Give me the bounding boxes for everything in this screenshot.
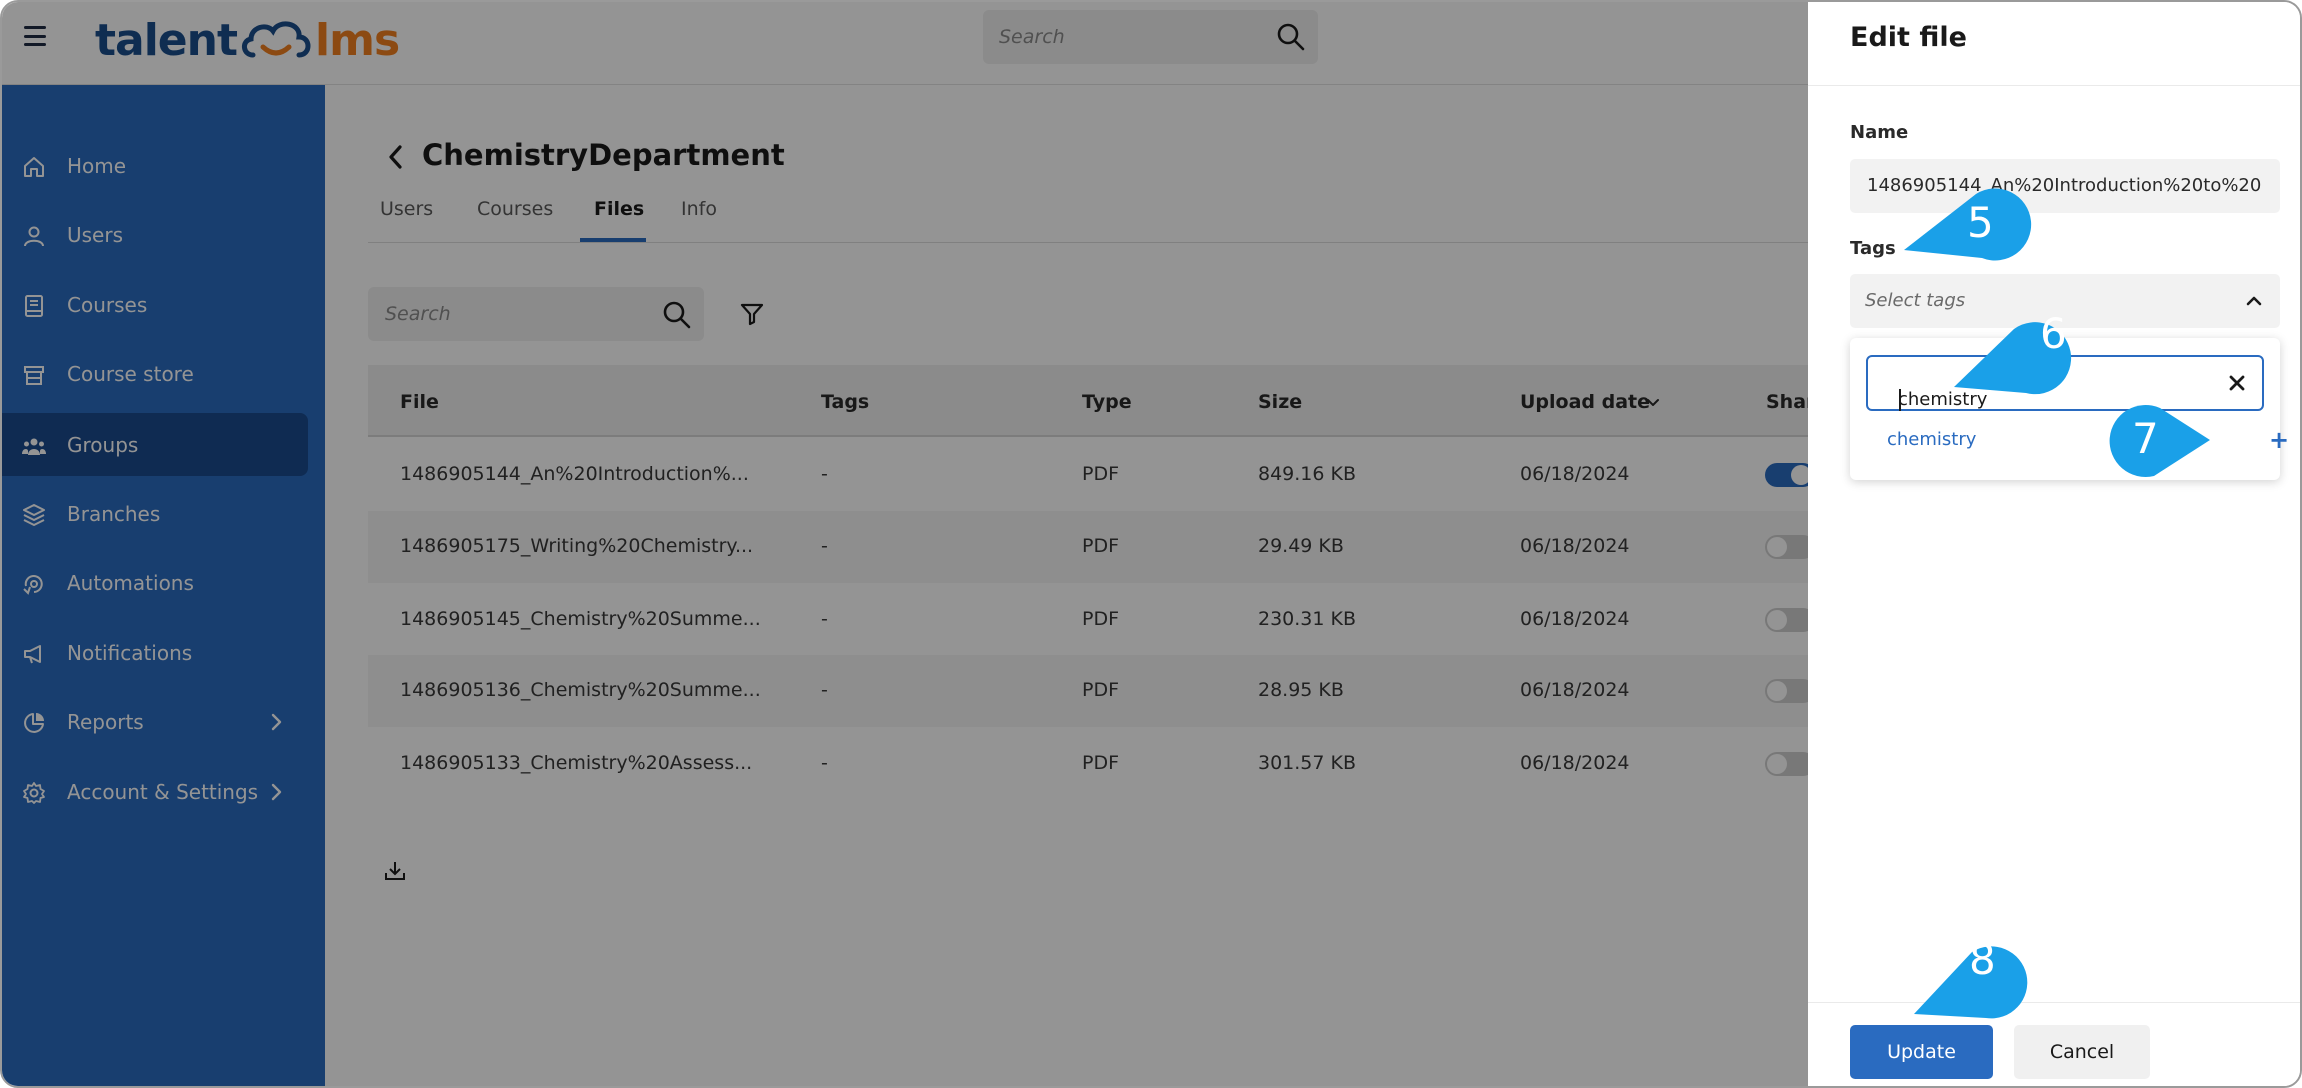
text-caret [1899, 389, 1901, 411]
tags-label: Tags [1850, 238, 1896, 259]
callout-number: 6 [2040, 309, 2067, 358]
panel-title: Edit file [1850, 22, 1967, 53]
close-icon[interactable] [2228, 374, 2246, 392]
app-window: talent lms Search Home Users Courses Cou… [0, 0, 2302, 1088]
callout-number: 8 [1969, 935, 1996, 984]
panel-header-divider [1808, 85, 2300, 86]
tags-select-placeholder: Select tags [1865, 290, 1966, 311]
callout-number: 5 [1967, 198, 1994, 247]
name-label: Name [1850, 122, 1909, 143]
step-callout-5: 5 [1902, 180, 2052, 280]
modal-backdrop[interactable] [2, 2, 1808, 1086]
cancel-button[interactable]: Cancel [2014, 1025, 2150, 1079]
callout-bubble-shape [1954, 322, 2072, 395]
callout-bubble-shape [2109, 404, 2210, 477]
step-callout-6: 6 [1952, 297, 2102, 397]
step-callout-8: 8 [1912, 922, 2062, 1022]
update-button[interactable]: Update [1850, 1025, 1993, 1079]
callout-number: 7 [2132, 414, 2159, 463]
tag-option-chemistry[interactable]: chemistry [1887, 429, 1976, 450]
add-tag-plus-icon[interactable]: + [2269, 428, 2289, 452]
step-callout-7: 7 [2092, 398, 2242, 498]
chevron-up-icon[interactable] [2244, 292, 2264, 310]
